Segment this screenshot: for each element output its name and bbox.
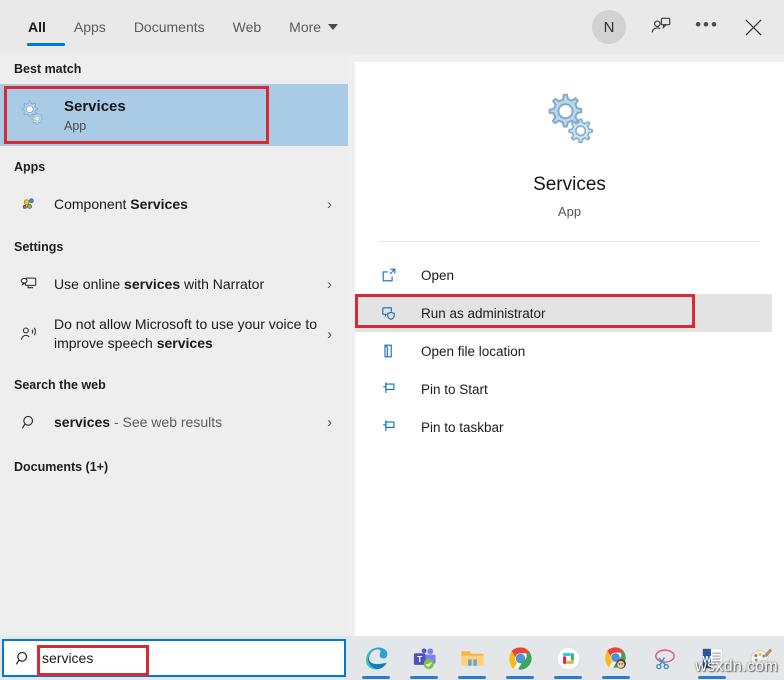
paint-3d-icon[interactable] (736, 636, 784, 680)
open-window-icon (381, 267, 409, 283)
google-chrome-icon[interactable] (496, 636, 544, 680)
microsoft-teams-icon[interactable]: T (400, 636, 448, 680)
running-indicator (554, 676, 582, 679)
close-icon[interactable] (732, 6, 774, 48)
preview-actions-list: Open Run as administrator Open file loca… (355, 256, 784, 446)
tab-documents-label: Documents (133, 19, 205, 35)
search-top-bar: All Apps Documents Web More N ••• (0, 0, 784, 54)
slack-icon[interactable] (544, 636, 592, 680)
search-input-value[interactable]: services (42, 650, 93, 666)
pin-icon (381, 419, 409, 435)
list-item-label: Component Services (54, 195, 188, 212)
action-pin-to-start[interactable]: Pin to Start (355, 370, 784, 408)
best-match-header: Best match (14, 62, 82, 76)
running-indicator (458, 676, 486, 679)
pin-icon (381, 381, 409, 397)
tab-apps[interactable]: Apps (60, 0, 120, 54)
folder-location-icon (381, 343, 409, 359)
running-indicator (602, 676, 630, 679)
action-run-as-administrator[interactable]: Run as administrator (355, 294, 772, 332)
chrome-profile-icon[interactable] (592, 636, 640, 680)
microsoft-edge-icon[interactable] (352, 636, 400, 680)
tab-apps-label: Apps (73, 19, 106, 35)
best-match-subtitle: App (64, 118, 87, 133)
search-web-header: Search the web (14, 378, 106, 392)
microsoft-word-icon[interactable]: W (688, 636, 736, 680)
chevron-right-icon[interactable]: › (327, 276, 338, 293)
preview-hero: Services App (355, 62, 784, 219)
file-explorer-icon[interactable] (448, 636, 496, 680)
narrator-icon (14, 275, 44, 293)
list-item-label: Use online services with Narrator (54, 275, 265, 292)
preview-title: Services (533, 174, 606, 195)
list-item-narrator-online-services[interactable]: Use online services with Narrator › (0, 262, 348, 306)
list-item-web-search[interactable]: services - See web results › (0, 400, 348, 444)
app-preview-pane: Services App Open Run as administrator O… (355, 62, 784, 636)
running-indicator (410, 676, 438, 679)
best-match-result[interactable]: Services App (0, 84, 348, 146)
list-item-label: services - See web results (54, 413, 223, 430)
tab-all-label: All (28, 19, 46, 35)
chevron-down-icon (328, 24, 339, 30)
top-bar-actions: N ••• (592, 0, 774, 54)
gears-icon (355, 86, 784, 152)
avatar-initial: N (603, 18, 615, 36)
tab-more[interactable]: More (275, 0, 352, 54)
svg-text:T: T (417, 653, 423, 663)
tab-web-label: Web (232, 19, 262, 35)
search-filter-tabs: All Apps Documents Web More (14, 0, 352, 54)
tab-more-label: More (289, 19, 322, 35)
chevron-right-icon[interactable]: › (327, 326, 338, 343)
tab-all[interactable]: All (14, 0, 65, 54)
snipping-tool-icon[interactable] (640, 636, 688, 680)
search-icon (4, 650, 42, 667)
list-item-speech-services[interactable]: Do not allow Microsoft to use your voice… (0, 306, 348, 362)
action-label: Open file location (421, 343, 526, 359)
apps-header: Apps (14, 160, 46, 174)
search-icon (14, 414, 44, 431)
taskbar-search-box[interactable]: services (2, 639, 346, 677)
best-match-title: Services (64, 97, 126, 115)
person-feedback-icon[interactable] (640, 6, 682, 48)
action-label: Open (421, 267, 455, 283)
preview-subtitle: App (557, 204, 582, 219)
search-results-pane: Best match Services App Apps Component S… (0, 54, 348, 636)
tab-documents[interactable]: Documents (120, 0, 219, 54)
list-item-component-services[interactable]: Component Services › (0, 182, 348, 226)
taskbar-app-icons: T W (352, 636, 784, 680)
svg-text:W: W (702, 654, 711, 664)
preview-divider (379, 241, 760, 242)
running-indicator (362, 676, 390, 679)
component-services-icon (14, 196, 44, 213)
documents-header: Documents (1+) (14, 460, 109, 474)
running-indicator (506, 676, 534, 679)
action-open-file-location[interactable]: Open file location (355, 332, 784, 370)
shield-screen-icon (381, 305, 409, 321)
action-label: Pin to Start (421, 381, 488, 397)
running-indicator (698, 676, 726, 679)
settings-header: Settings (14, 240, 64, 254)
avatar[interactable]: N (592, 10, 626, 44)
action-label: Pin to taskbar (421, 419, 504, 435)
chevron-right-icon[interactable]: › (327, 414, 338, 431)
gears-icon (16, 97, 50, 134)
chevron-right-icon[interactable]: › (327, 196, 338, 213)
taskbar: services T W wsxdn.com (0, 636, 784, 680)
ellipsis-icon[interactable]: ••• (686, 6, 728, 48)
action-open[interactable]: Open (355, 256, 784, 294)
tab-web[interactable]: Web (219, 0, 276, 54)
voice-icon (14, 325, 44, 343)
action-label: Run as administrator (421, 305, 546, 321)
list-item-label: Do not allow Microsoft to use your voice… (54, 316, 318, 351)
action-pin-to-taskbar[interactable]: Pin to taskbar (355, 408, 784, 446)
